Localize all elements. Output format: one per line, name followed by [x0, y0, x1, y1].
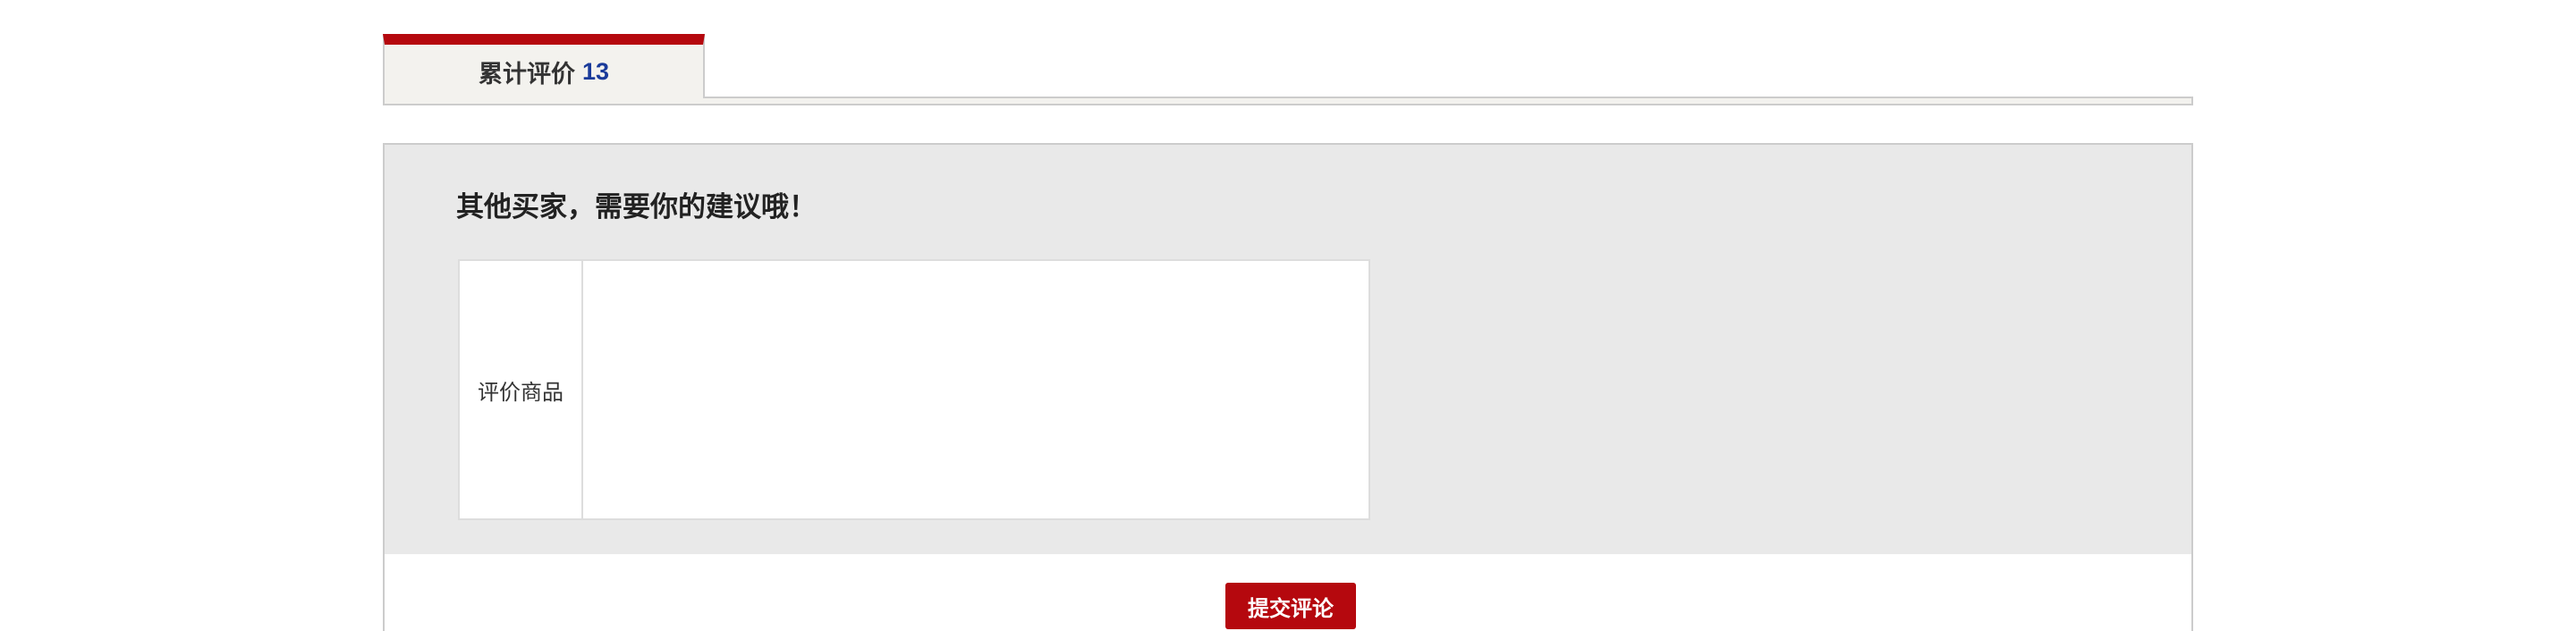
review-form-panel: 其他买家，需要你的建议哦！ 评价商品	[383, 143, 2193, 554]
product-label: 评价商品	[478, 380, 564, 405]
product-label-cell: 评价商品	[460, 261, 583, 518]
tab-cumulative-reviews[interactable]: 累计评价 13	[383, 34, 705, 98]
form-footer: 提交评论	[383, 554, 2193, 631]
review-input-area[interactable]	[583, 261, 1368, 518]
product-review-box: 评价商品	[458, 259, 1370, 520]
tab-label: 累计评价	[478, 60, 575, 88]
submit-review-button[interactable]: 提交评论	[1225, 583, 1356, 629]
panel-title: 其他买家，需要你的建议哦！	[456, 191, 817, 223]
review-page: 累计评价 13 其他买家，需要你的建议哦！ 评价商品 提交评论	[0, 0, 2576, 631]
review-tabbar: 累计评价 13	[383, 34, 2193, 105]
review-count: 13	[581, 57, 610, 85]
